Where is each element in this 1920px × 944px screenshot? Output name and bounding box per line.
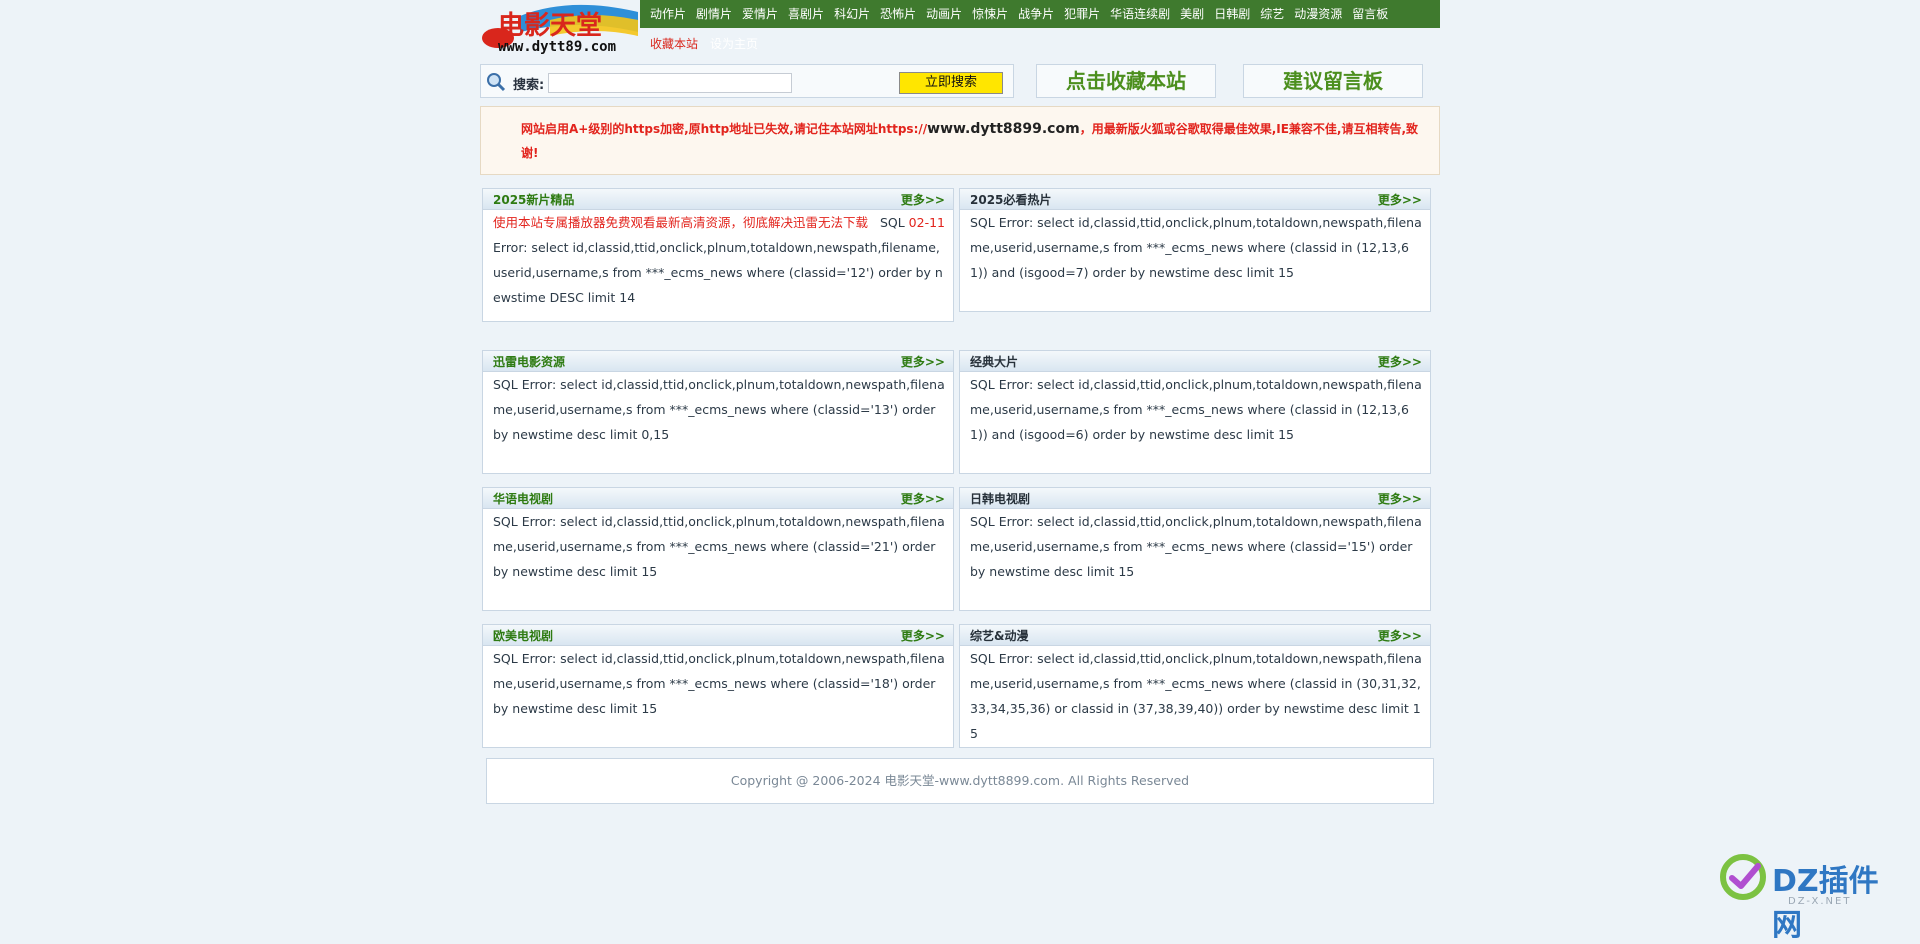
more-link[interactable]: 更多>> [901, 627, 945, 644]
panel-title[interactable]: 华语电视剧 [493, 490, 553, 507]
sql-error-text: SQL Error: select id,classid,ttid,onclic… [493, 514, 945, 579]
more-link[interactable]: 更多>> [1378, 490, 1422, 507]
panel-header: 欧美电视剧 更多>> [483, 625, 953, 646]
header: 电影天堂 www.dytt89.com 动作片 剧情片 爱情片 喜剧片 科幻片 恐怖片 动画… [480, 0, 1440, 60]
panel-thunder-movies: 迅雷电影资源 更多>> SQL Error: select id,classid… [482, 350, 954, 474]
nav-item[interactable]: 剧情片 [696, 0, 732, 28]
more-link[interactable]: 更多>> [901, 191, 945, 208]
sql-error-text: SQL Error: select id,classid,ttid,onclic… [970, 215, 1422, 280]
panel-title[interactable]: 综艺&动漫 [970, 627, 1028, 644]
nav-item[interactable]: 动画片 [926, 0, 962, 28]
more-link[interactable]: 更多>> [901, 353, 945, 370]
panel-title[interactable]: 迅雷电影资源 [493, 353, 565, 370]
panel-new-releases: 2025新片精品 更多>> 02-11 使用本站专属播放器免费观看最新高清资源，… [482, 188, 954, 322]
sql-error-text: SQL Error: select id,classid,ttid,onclic… [970, 514, 1422, 579]
nav-item[interactable]: 留言板 [1352, 0, 1388, 28]
search-icon [487, 73, 506, 92]
panel-header: 迅雷电影资源 更多>> [483, 351, 953, 372]
nav-item[interactable]: 战争片 [1018, 0, 1054, 28]
sql-error-text: SQL Error: select id,classid,ttid,onclic… [970, 377, 1422, 442]
set-homepage-link[interactable]: 设为主页 [710, 35, 758, 52]
notice-url[interactable]: www.dytt8899.com [927, 121, 1080, 137]
logo-title: 电影天堂 [498, 11, 602, 41]
search-box: 搜索: 立即搜索 [480, 64, 1014, 98]
nav-item[interactable]: 科幻片 [834, 0, 870, 28]
more-link[interactable]: 更多>> [1378, 627, 1422, 644]
nav-item[interactable]: 爱情片 [742, 0, 778, 28]
panel-header: 经典大片 更多>> [960, 351, 1430, 372]
add-favorite-link[interactable]: 收藏本站 [650, 35, 698, 52]
footer-copyright: Copyright @ 2006-2024 电影天堂-www.dytt8899.… [486, 758, 1434, 804]
notice-text-before: 网站启用A+级别的https加密,原http地址已失效,请记住本站网址https… [521, 122, 928, 136]
panel-title[interactable]: 欧美电视剧 [493, 627, 553, 644]
more-link[interactable]: 更多>> [1378, 353, 1422, 370]
panel-header: 日韩电视剧 更多>> [960, 488, 1430, 509]
panel-title[interactable]: 2025必看热片 [970, 191, 1051, 208]
nav-item[interactable]: 动作片 [650, 0, 686, 28]
more-link[interactable]: 更多>> [1378, 191, 1422, 208]
site-logo[interactable]: 电影天堂 www.dytt89.com [480, 2, 638, 54]
search-input[interactable] [548, 73, 792, 93]
panel-header: 2025必看热片 更多>> [960, 189, 1430, 210]
panel-classics: 经典大片 更多>> SQL Error: select id,classid,t… [959, 350, 1431, 474]
guestbook-link[interactable]: 建议留言板 [1243, 64, 1423, 98]
panel-body: 02-11 使用本站专属播放器免费观看最新高清资源，彻底解决迅雷无法下载 SQL… [483, 210, 953, 310]
promo-date: 02-11 [908, 215, 945, 230]
nav-item[interactable]: 喜剧片 [788, 0, 824, 28]
nav-item[interactable]: 美剧 [1180, 0, 1204, 28]
notice-banner: 网站启用A+级别的https加密,原http地址已失效,请记住本站网址https… [480, 106, 1440, 175]
sql-error-text: SQL Error: select id,classid,ttid,onclic… [493, 377, 945, 442]
sub-nav: 收藏本站 设为主页 [650, 35, 758, 52]
watermark: DZ插件网 DZ-X.NET [1718, 852, 1908, 943]
panel-chinese-tv: 华语电视剧 更多>> SQL Error: select id,classid,… [482, 487, 954, 611]
panel-header: 综艺&动漫 更多>> [960, 625, 1430, 646]
search-button[interactable]: 立即搜索 [899, 72, 1003, 94]
nav-item[interactable]: 惊悚片 [972, 0, 1008, 28]
panel-header: 华语电视剧 更多>> [483, 488, 953, 509]
watermark-logo-icon [1720, 854, 1766, 900]
nav-item[interactable]: 恐怖片 [880, 0, 916, 28]
logo-domain: www.dytt89.com [498, 39, 616, 54]
panel-hot-picks: 2025必看热片 更多>> SQL Error: select id,class… [959, 188, 1431, 312]
search-label: 搜索: [513, 78, 545, 93]
panel-header: 2025新片精品 更多>> [483, 189, 953, 210]
nav-item[interactable]: 犯罪片 [1064, 0, 1100, 28]
panel-title[interactable]: 2025新片精品 [493, 191, 574, 208]
nav-item[interactable]: 日韩剧 [1214, 0, 1250, 28]
nav-item[interactable]: 综艺 [1260, 0, 1284, 28]
panel-title[interactable]: 日韩电视剧 [970, 490, 1030, 507]
nav-item[interactable]: 华语连续剧 [1110, 0, 1170, 28]
promo-link[interactable]: 使用本站专属播放器免费观看最新高清资源，彻底解决迅雷无法下载 [493, 215, 868, 230]
more-link[interactable]: 更多>> [901, 490, 945, 507]
panel-jpkr-tv: 日韩电视剧 更多>> SQL Error: select id,classid,… [959, 487, 1431, 611]
panel-title[interactable]: 经典大片 [970, 353, 1018, 370]
sql-error-text: SQL Error: select id,classid,ttid,onclic… [493, 651, 945, 716]
main-nav: 动作片 剧情片 爱情片 喜剧片 科幻片 恐怖片 动画片 惊悚片 战争片 犯罪片 华语连续剧 美剧 日韩剧… [640, 0, 1440, 28]
watermark-sub: DZ-X.NET [1788, 896, 1852, 907]
panel-western-tv: 欧美电视剧 更多>> SQL Error: select id,classid,… [482, 624, 954, 748]
sql-error-text: SQL Error: select id,classid,ttid,onclic… [970, 651, 1422, 741]
nav-item[interactable]: 动漫资源 [1294, 0, 1342, 28]
search-row: 搜索: 立即搜索 点击收藏本站 建议留言板 [480, 64, 1440, 100]
bookmark-site-link[interactable]: 点击收藏本站 [1036, 64, 1216, 98]
panel-variety-anime: 综艺&动漫 更多>> SQL Error: select id,classid,… [959, 624, 1431, 748]
